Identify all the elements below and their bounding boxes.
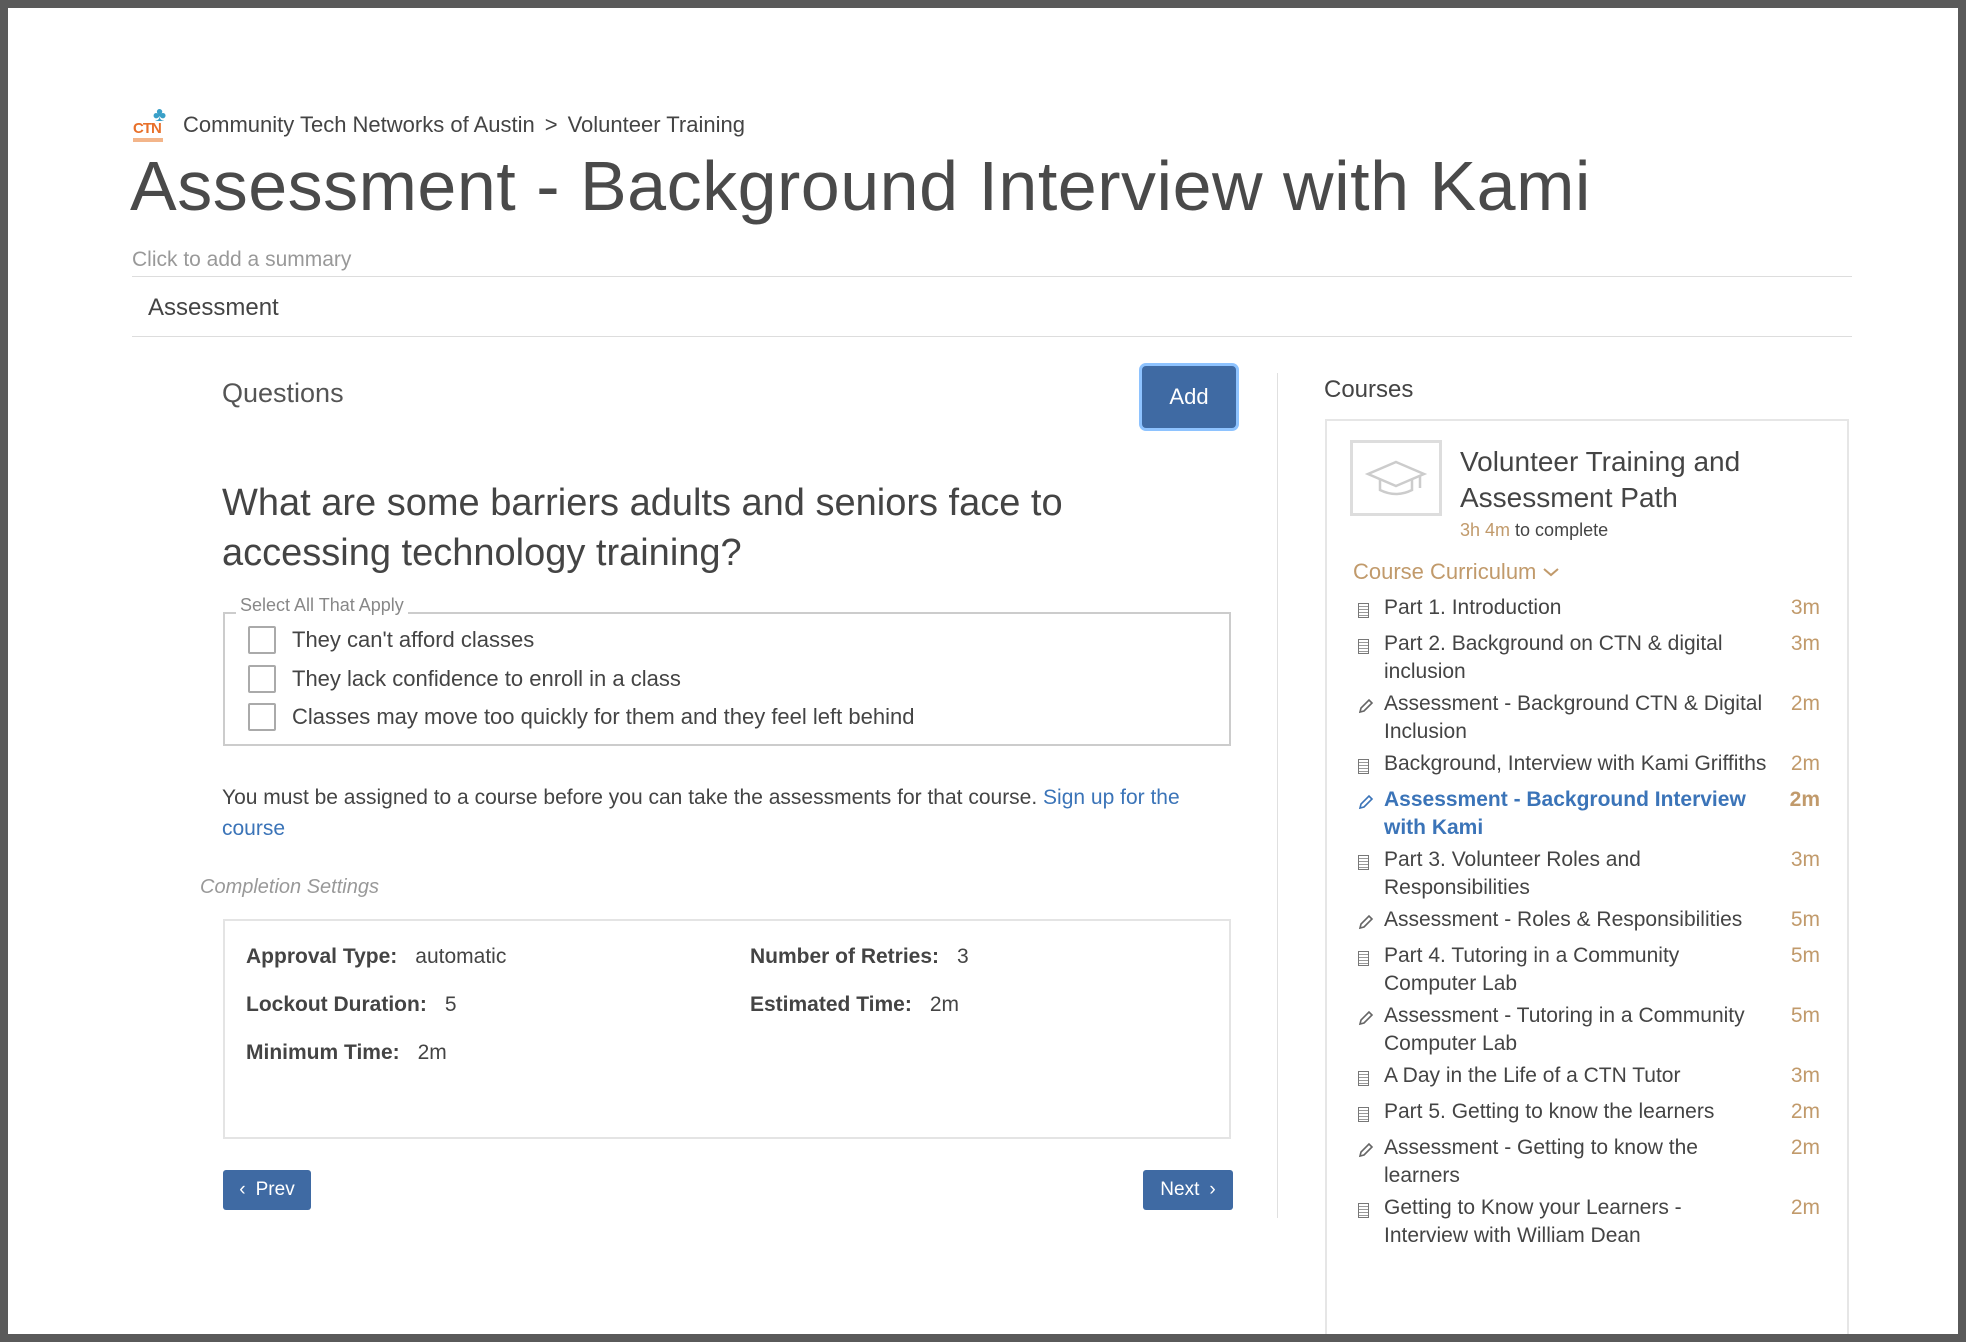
answer-option-label: Classes may move too quickly for them an…	[292, 704, 915, 729]
curriculum-item-duration: 3m	[1790, 1064, 1820, 1087]
page-frame: CTN ♣ Community Tech Networks of Austin …	[8, 8, 1958, 1334]
document-icon	[1358, 942, 1384, 998]
curriculum-item-title: Part 2. Background on CTN & digital incl…	[1384, 632, 1723, 683]
curriculum-item[interactable]: Assessment - Getting to know the learner…	[1358, 1134, 1820, 1190]
breadcrumb-section[interactable]: Volunteer Training	[568, 112, 745, 138]
add-question-button[interactable]: Add	[1142, 366, 1236, 428]
course-duration: 3h 4m to complete	[1460, 520, 1609, 540]
page-title: Assessment - Background Interview with K…	[130, 147, 1591, 225]
document-icon	[1358, 630, 1384, 686]
curriculum-item[interactable]: Background, Interview with Kami Griffith…	[1358, 750, 1820, 782]
curriculum-item-title: Getting to Know your Learners - Intervie…	[1384, 1196, 1682, 1247]
curriculum-item-title: Assessment - Getting to know the learner…	[1384, 1136, 1698, 1187]
curriculum-item[interactable]: Part 4. Tutoring in a Community Computer…	[1358, 942, 1820, 998]
curriculum-item[interactable]: Part 5. Getting to know the learners 2m	[1358, 1098, 1820, 1130]
breadcrumb-org[interactable]: Community Tech Networks of Austin	[183, 112, 535, 138]
answer-checkbox[interactable]	[248, 703, 276, 731]
breadcrumb: CTN ♣ Community Tech Networks of Austin …	[133, 104, 745, 146]
assignment-notice: You must be assigned to a course before …	[222, 786, 1180, 840]
pencil-icon	[1358, 1134, 1384, 1190]
divider	[132, 336, 1852, 337]
document-icon	[1358, 1098, 1384, 1130]
curriculum-item-duration: 3m	[1790, 848, 1820, 871]
curriculum-item-title: A Day in the Life of a CTN Tutor	[1384, 1064, 1681, 1087]
course-curriculum-toggle[interactable]: Course Curriculum	[1353, 559, 1560, 585]
answer-options-legend: Select All That Apply	[236, 595, 408, 616]
breadcrumb-separator: >	[544, 112, 558, 137]
curriculum-item-title: Assessment - Roles & Responsibilities	[1384, 908, 1743, 931]
curriculum-item-title: Assessment - Background Interview with K…	[1384, 788, 1746, 839]
courses-heading: Courses	[1324, 376, 1414, 403]
approval-type: Approval Type: automatic	[246, 945, 507, 968]
curriculum-item[interactable]: Assessment - Roles & Responsibilities 5m	[1358, 906, 1820, 938]
course-thumbnail[interactable]	[1350, 440, 1442, 516]
curriculum-item-duration: 2m	[1790, 692, 1820, 715]
ctn-logo[interactable]: CTN ♣	[133, 104, 173, 146]
curriculum-item-title: Part 3. Volunteer Roles and Responsibili…	[1384, 848, 1641, 899]
answer-checkbox[interactable]	[248, 626, 276, 654]
curriculum-item[interactable]: Part 3. Volunteer Roles and Responsibili…	[1358, 846, 1820, 902]
document-icon	[1358, 594, 1384, 626]
answer-option[interactable]: Classes may move too quickly for them an…	[248, 703, 914, 731]
graduation-cap-icon	[1364, 460, 1428, 496]
next-button[interactable]: Next ›	[1143, 1170, 1233, 1210]
curriculum-item-duration: 5m	[1790, 944, 1820, 967]
curriculum-item-title: Background, Interview with Kami Griffith…	[1384, 752, 1767, 775]
column-divider	[1277, 373, 1278, 1218]
chevron-right-icon: ›	[1209, 1179, 1216, 1200]
document-icon	[1358, 1194, 1384, 1250]
pencil-icon	[1358, 1002, 1384, 1058]
lockout-duration: Lockout Duration: 5	[246, 993, 457, 1016]
curriculum-list: Part 1. Introduction 3m Part 2. Background…	[1358, 594, 1820, 1254]
curriculum-item[interactable]: Assessment - Tutoring in a Community Com…	[1358, 1002, 1820, 1058]
minimum-time: Minimum Time: 2m	[246, 1041, 447, 1064]
curriculum-item-duration: 3m	[1790, 632, 1820, 655]
curriculum-item-duration: 2m	[1790, 1136, 1820, 1159]
chevron-down-icon	[1543, 568, 1560, 577]
curriculum-item-duration: 2m	[1789, 788, 1820, 811]
curriculum-item[interactable]: A Day in the Life of a CTN Tutor 3m	[1358, 1062, 1820, 1094]
number-of-retries: Number of Retries: 3	[750, 945, 969, 968]
curriculum-item[interactable]: Part 1. Introduction 3m	[1358, 594, 1820, 626]
curriculum-item[interactable]: Assessment - Background CTN & Digital In…	[1358, 690, 1820, 746]
answer-checkbox[interactable]	[248, 665, 276, 693]
divider	[132, 276, 1852, 277]
tab-assessment[interactable]: Assessment	[148, 294, 279, 322]
curriculum-item-duration: 3m	[1790, 596, 1820, 619]
document-icon	[1358, 846, 1384, 902]
document-icon	[1358, 1062, 1384, 1094]
answer-option[interactable]: They lack confidence to enroll in a clas…	[248, 665, 681, 693]
curriculum-item-duration: 2m	[1790, 1100, 1820, 1123]
curriculum-item[interactable]: Assessment - Background Interview with K…	[1358, 786, 1820, 842]
curriculum-item-duration: 2m	[1790, 1196, 1820, 1219]
prev-button[interactable]: ‹ Prev	[223, 1170, 311, 1210]
answer-option-label: They lack confidence to enroll in a clas…	[292, 666, 681, 691]
summary-placeholder[interactable]: Click to add a summary	[132, 248, 351, 272]
curriculum-item-duration: 5m	[1790, 908, 1820, 931]
pencil-icon	[1358, 786, 1384, 842]
curriculum-item-title: Assessment - Background CTN & Digital In…	[1384, 692, 1763, 743]
estimated-time: Estimated Time: 2m	[750, 993, 960, 1016]
curriculum-item[interactable]: Part 2. Background on CTN & digital incl…	[1358, 630, 1820, 686]
curriculum-item[interactable]: Getting to Know your Learners - Intervie…	[1358, 1194, 1820, 1250]
answer-option[interactable]: They can't afford classes	[248, 626, 534, 654]
curriculum-item-title: Part 1. Introduction	[1384, 596, 1562, 619]
pencil-icon	[1358, 690, 1384, 746]
document-icon	[1358, 750, 1384, 782]
question-text: What are some barriers adults and senior…	[222, 482, 1063, 574]
questions-heading: Questions	[222, 378, 344, 408]
curriculum-item-title: Assessment - Tutoring in a Community Com…	[1384, 1004, 1745, 1055]
curriculum-item-duration: 5m	[1790, 1004, 1820, 1027]
curriculum-item-title: Part 4. Tutoring in a Community Computer…	[1384, 944, 1680, 995]
course-title[interactable]: Volunteer Training and Assessment Path	[1460, 444, 1830, 516]
completion-settings-heading: Completion Settings	[200, 876, 379, 898]
chevron-left-icon: ‹	[239, 1179, 246, 1200]
curriculum-item-title: Part 5. Getting to know the learners	[1384, 1100, 1715, 1123]
pencil-icon	[1358, 906, 1384, 938]
answer-option-label: They can't afford classes	[292, 627, 535, 652]
curriculum-item-duration: 2m	[1790, 752, 1820, 775]
